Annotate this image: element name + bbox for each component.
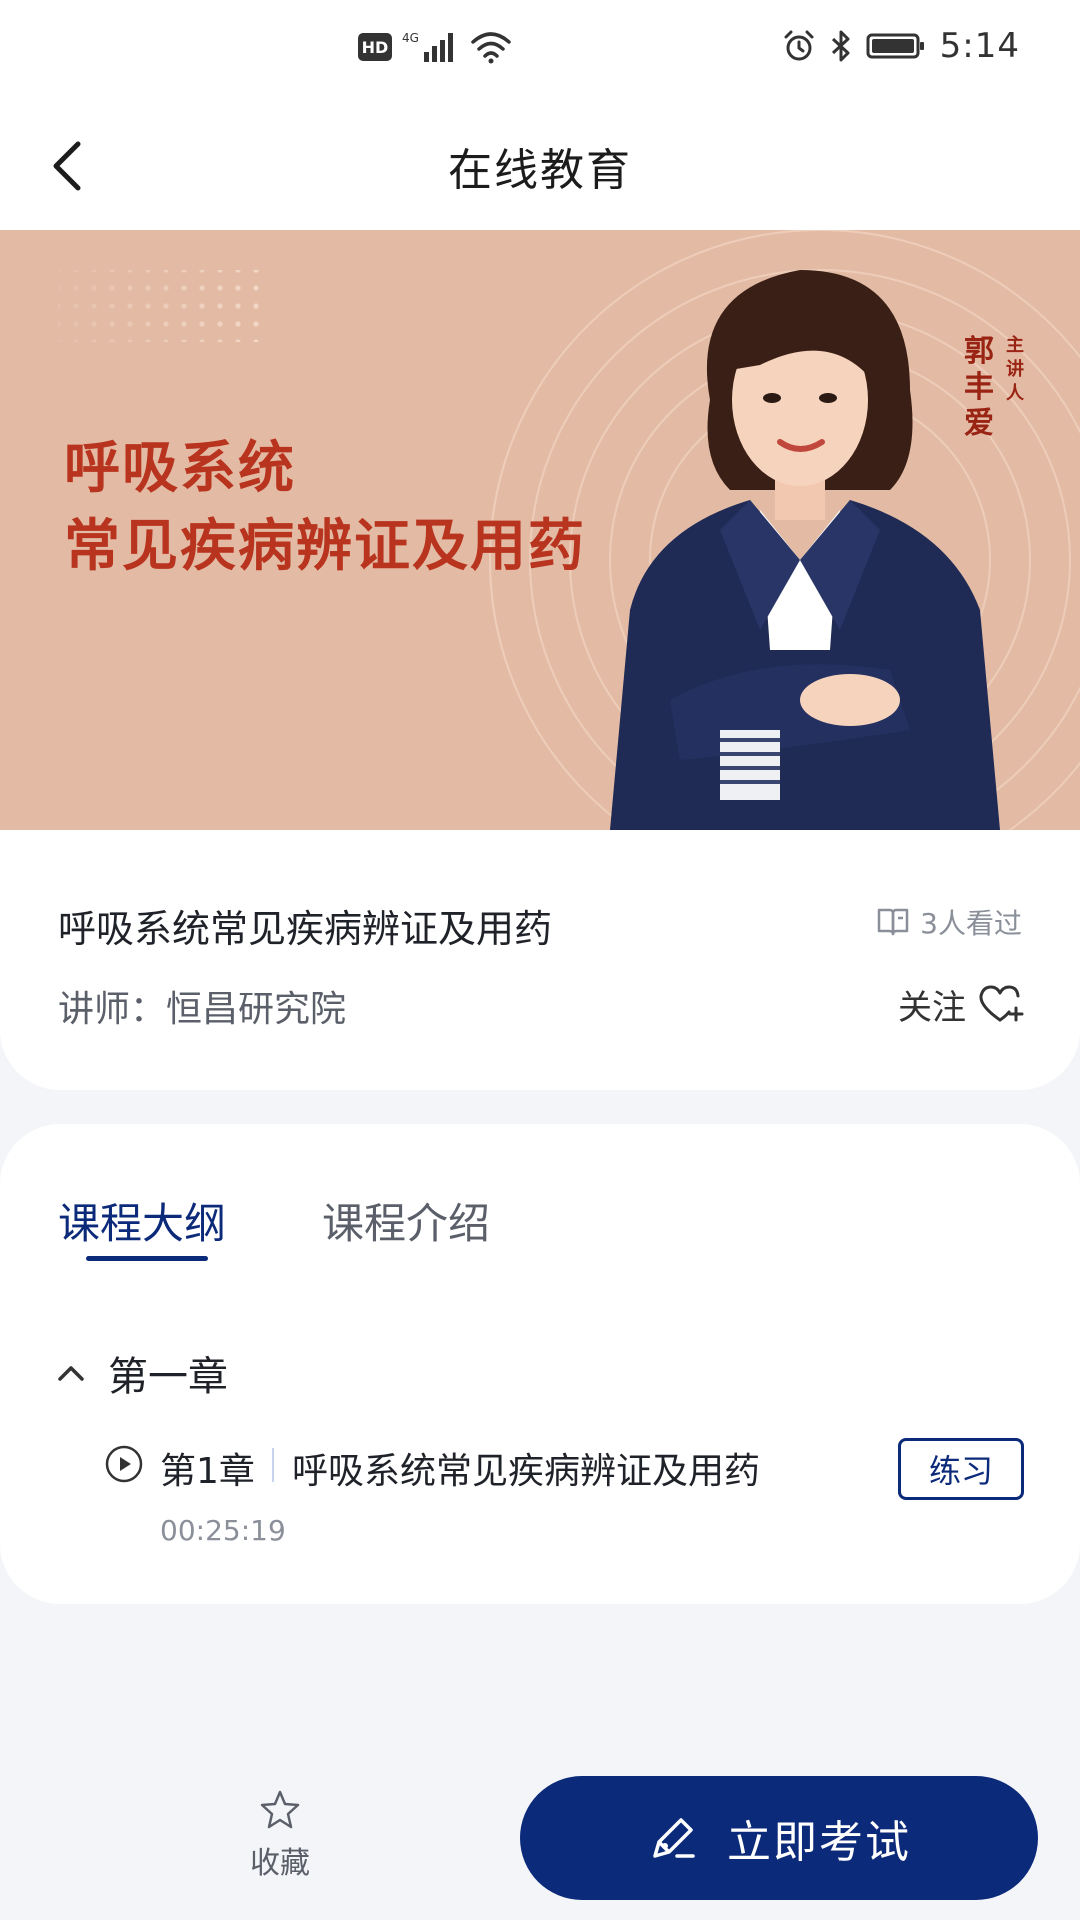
status-system: 5:14 <box>782 26 1020 66</box>
lesson-divider <box>272 1448 274 1482</box>
banner-headline-line2: 常见疾病辨证及用药 <box>64 514 586 579</box>
banner-headline: 呼吸系统 常见疾病辨证及用药 <box>64 430 586 586</box>
viewers-count: 3人看过 <box>876 902 1022 942</box>
svg-text:4G: 4G <box>402 31 419 45</box>
lesson-number: 第1章 <box>160 1451 255 1492</box>
status-network: HD 4G <box>358 30 512 64</box>
page-title: 在线教育 <box>448 145 632 196</box>
status-time: 5:14 <box>939 26 1020 66</box>
lesson-title: 呼吸系统常见疾病辨证及用药 <box>292 1451 761 1492</box>
course-banner: 呼吸系统 常见疾病辨证及用药 郭丰爱 主讲人 <box>0 230 1080 830</box>
banner-headline-line1: 呼吸系统 <box>64 436 296 501</box>
tab-course-intro[interactable]: 课程介绍 <box>322 1190 490 1251</box>
favorite-button[interactable]: 收藏 <box>240 1788 320 1882</box>
active-tab-indicator <box>86 1256 208 1261</box>
hd-icon: HD <box>358 33 392 61</box>
wifi-icon <box>471 32 511 64</box>
follow-button[interactable]: 关注 <box>898 980 1024 1029</box>
book-icon <box>877 908 909 936</box>
alarm-icon <box>784 30 814 61</box>
viewers-label: 3人看过 <box>920 907 1022 940</box>
favorite-label: 收藏 <box>250 1846 310 1881</box>
battery-icon <box>866 33 924 59</box>
course-outline-card: 课程大纲 课程介绍 第一章 第1章 呼吸系统常见疾病辨证及用药 练习 00:25… <box>0 1124 1080 1604</box>
play-circle-icon <box>105 1445 143 1483</box>
lesson-duration: 00:25:19 <box>160 1514 286 1547</box>
practice-button[interactable]: 练习 <box>898 1438 1024 1500</box>
speaker-role: 主讲人 <box>1006 335 1024 404</box>
nav-bar: 在线教育 <box>0 100 1080 230</box>
tab-course-outline[interactable]: 课程大纲 <box>58 1190 226 1251</box>
chapter-toggle[interactable]: 第一章 <box>56 1344 228 1402</box>
star-icon <box>260 1790 300 1829</box>
heart-plus-icon <box>979 985 1024 1021</box>
chevron-up-icon <box>58 1366 84 1381</box>
chapter-title: 第一章 <box>108 1354 228 1400</box>
pen-icon <box>653 1818 695 1858</box>
start-exam-label: 立即考试 <box>727 1817 911 1868</box>
follow-label: 关注 <box>898 988 966 1028</box>
status-bar: HD 4G 5:14 <box>0 0 1080 100</box>
course-info-card: 呼吸系统常见疾病辨证及用药 3人看过 讲师：恒昌研究院 关注 <box>0 830 1080 1090</box>
start-exam-button[interactable]: 立即考试 <box>520 1776 1038 1900</box>
lecturer-photo <box>610 270 1000 830</box>
speaker-label: 郭丰爱 主讲人 <box>964 334 1034 454</box>
bluetooth-icon <box>831 30 850 62</box>
signal-icon: 4G <box>402 31 453 62</box>
teacher-label: 讲师：恒昌研究院 <box>58 989 347 1030</box>
lesson-row[interactable]: 第1章 呼吸系统常见疾病辨证及用药 练习 <box>104 1438 1024 1500</box>
speaker-name: 郭丰爱 <box>964 334 994 441</box>
course-title: 呼吸系统常见疾病辨证及用药 <box>58 907 553 951</box>
